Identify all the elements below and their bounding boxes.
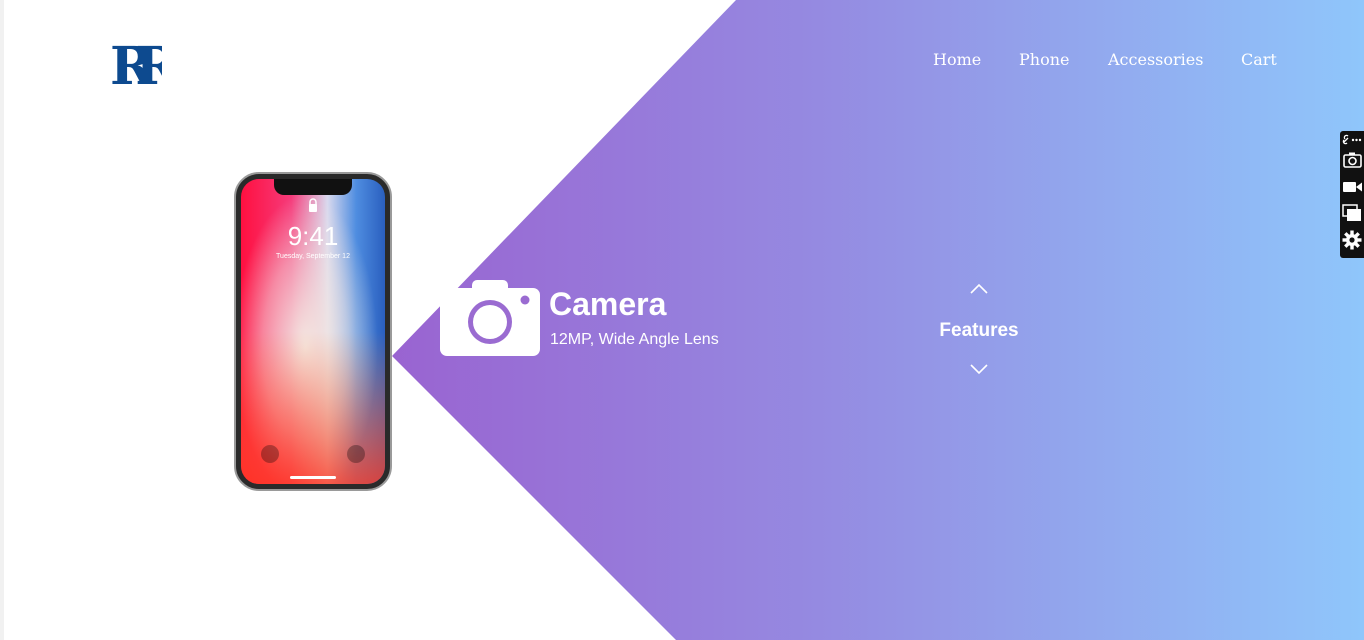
feature-title: Camera <box>549 286 667 322</box>
phone-lock-time: 9:41 <box>288 221 339 251</box>
nav-home[interactable]: Home <box>933 50 981 69</box>
hero-background <box>392 0 1364 640</box>
link-more-icon[interactable] <box>1342 134 1362 146</box>
nav-phone[interactable]: Phone <box>1019 50 1069 69</box>
camera-icon <box>440 280 540 356</box>
page-frame <box>0 0 4 640</box>
chevron-up-icon[interactable] <box>970 282 988 294</box>
side-toolbar <box>1340 131 1364 258</box>
features-label: Features <box>939 320 1019 341</box>
nav-cart[interactable]: Cart <box>1241 50 1277 69</box>
phone-image: 9:41 Tuesday, September 12 <box>234 172 392 491</box>
chevron-down-icon[interactable] <box>970 364 988 376</box>
windows-icon[interactable] <box>1342 203 1362 223</box>
gear-icon[interactable] <box>1342 230 1362 250</box>
camera-icon[interactable] <box>1342 150 1362 170</box>
nav-accessories[interactable]: Accessories <box>1108 50 1203 69</box>
feature-description: 12MP, Wide Angle Lens <box>550 331 719 348</box>
video-icon[interactable] <box>1342 177 1362 197</box>
phone-lock-date: Tuesday, September 12 <box>276 253 350 260</box>
brand-logo-text: RR <box>112 36 162 90</box>
brand-logo[interactable]: RR <box>112 30 162 90</box>
